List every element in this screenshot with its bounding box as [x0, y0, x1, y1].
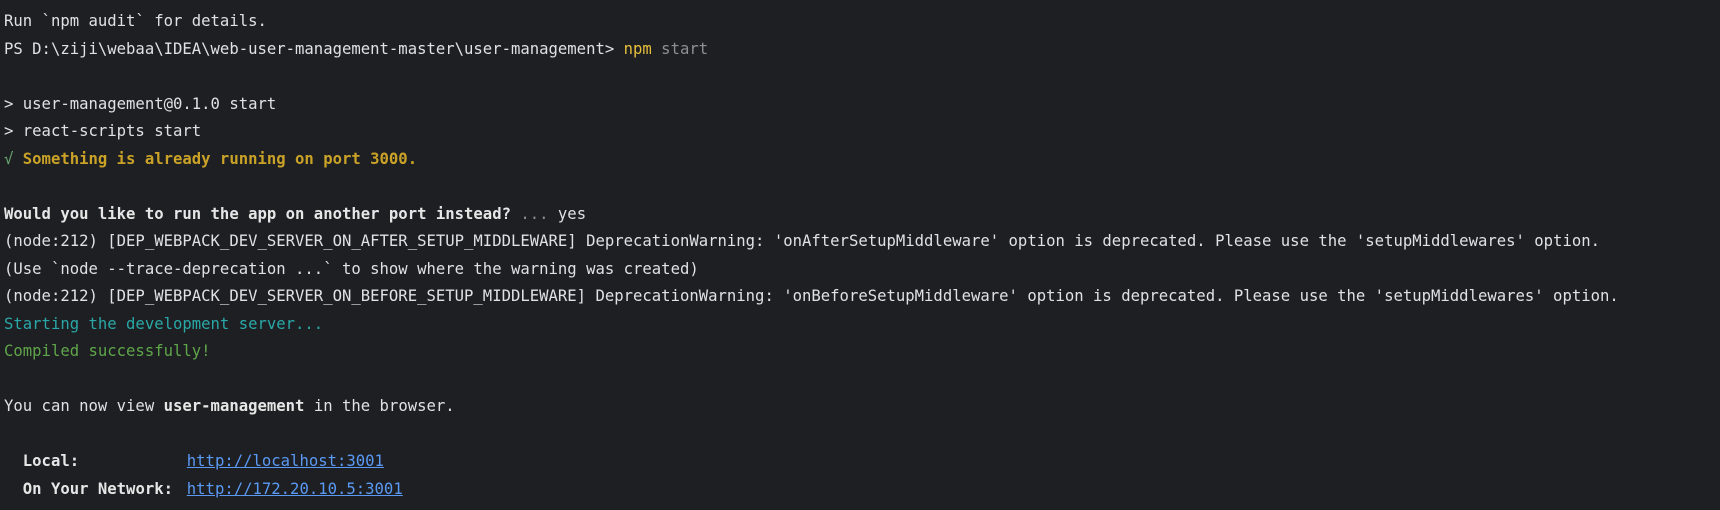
terminal-line: (node:212) [DEP_WEBPACK_DEV_SERVER_ON_AF… [4, 228, 1720, 256]
app-name: user-management [163, 397, 305, 415]
question-answer: yes [548, 204, 587, 223]
trace-deprecation-hint: (Use `node --trace-deprecation ...` to s… [4, 259, 699, 278]
terminal-line: Local: http://localhost:3001 [4, 448, 1720, 476]
terminal-line: Starting the development server... [4, 311, 1720, 339]
local-label: Local: [22, 452, 80, 470]
local-url-link[interactable]: http://localhost:3001 [187, 452, 384, 470]
check-icon: √ [4, 149, 23, 168]
terminal-line: You can now view user-management in the … [4, 393, 1720, 421]
terminal-line: Run `npm audit` for details. [4, 8, 1720, 36]
terminal-line: On Your Network: http://172.20.10.5:3001 [4, 476, 1720, 504]
npm-command-arg: start [651, 39, 709, 58]
port-question-text: Would you like to run the app on another… [4, 204, 511, 223]
script-command-text: > react-scripts start [4, 122, 202, 140]
terminal-line: > react-scripts start [4, 118, 1720, 146]
terminal-line: Compiled successfully! [4, 338, 1720, 366]
npm-command: npm [623, 39, 652, 58]
terminal-line: √ Something is already running on port 3… [4, 146, 1720, 174]
terminal-line: (node:212) [DEP_WEBPACK_DEV_SERVER_ON_BE… [4, 283, 1720, 311]
starting-server-text: Starting the development server... [4, 314, 324, 333]
terminal-line: (Use `node --trace-deprecation ...` to s… [4, 256, 1720, 284]
network-label: On Your Network: [22, 479, 173, 498]
terminal-line: > user-management@0.1.0 start [4, 91, 1720, 119]
terminal-line: Would you like to run the app on another… [4, 201, 1720, 229]
audit-hint-text: Run `npm audit` for details. [4, 12, 267, 30]
terminal-output[interactable]: Run `npm audit` for details. PS D:\ziji\… [0, 0, 1720, 510]
terminal-line: PS D:\ziji\webaa\IDEA\web-user-managemen… [4, 36, 1720, 64]
question-ellipsis: ... [510, 204, 549, 223]
compiled-success-text: Compiled successfully! [4, 342, 211, 360]
network-url-link[interactable]: http://172.20.10.5:3001 [187, 480, 403, 498]
powershell-prompt: PS D:\ziji\webaa\IDEA\web-user-managemen… [4, 39, 624, 58]
view-app-text-prefix: You can now view [4, 397, 164, 415]
script-header-text: > user-management@0.1.0 start [4, 94, 277, 113]
port-in-use-warning: Something is already running on port 300… [22, 149, 418, 168]
view-app-text-suffix: in the browser. [304, 397, 455, 415]
deprecation-warning-before: (node:212) [DEP_WEBPACK_DEV_SERVER_ON_BE… [4, 287, 1619, 305]
deprecation-warning-after: (node:212) [DEP_WEBPACK_DEV_SERVER_ON_AF… [4, 232, 1600, 250]
